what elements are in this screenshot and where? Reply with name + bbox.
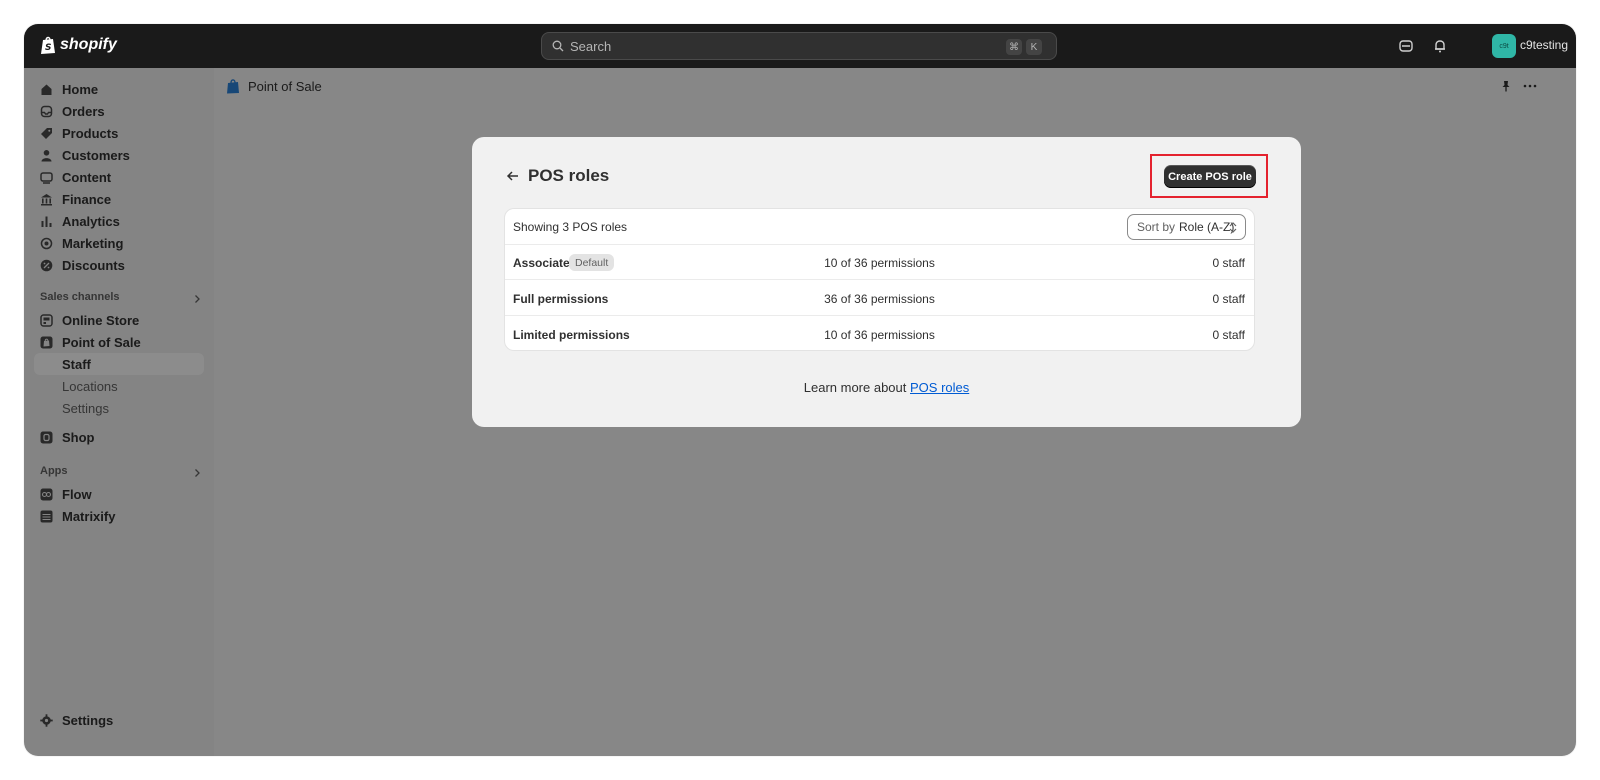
search-input[interactable]: Search ⌘ K (541, 32, 1057, 60)
store-notifications-icon[interactable] (1398, 38, 1414, 54)
role-staff-count: 0 staff (1212, 256, 1245, 270)
sort-select[interactable]: Sort by Role (A-Z) (1127, 214, 1246, 240)
search-placeholder: Search (570, 38, 612, 54)
create-pos-role-button[interactable]: Create POS role (1164, 165, 1256, 188)
sort-value: Role (A-Z) (1179, 220, 1235, 234)
shopify-bag-icon: S (41, 36, 55, 54)
roles-table: Showing 3 POS roles Sort by Role (A-Z) A… (504, 208, 1255, 351)
table-header: Showing 3 POS roles Sort by Role (A-Z) (505, 209, 1254, 245)
table-row[interactable]: Limited permissions 10 of 36 permissions… (505, 317, 1254, 350)
back-arrow-icon[interactable] (506, 169, 520, 183)
search-icon (552, 40, 564, 52)
sort-prefix: Sort by (1137, 220, 1176, 234)
role-permissions: 36 of 36 permissions (824, 292, 935, 306)
avatar[interactable]: c9t (1492, 34, 1516, 58)
learn-more-prefix: Learn more about (803, 380, 907, 395)
role-staff-count: 0 staff (1212, 292, 1245, 306)
shopify-logo[interactable]: S shopify (40, 35, 117, 55)
learn-more-text: Learn more about POS roles (472, 380, 1301, 395)
select-arrows-icon (1229, 222, 1237, 233)
pos-roles-modal: POS roles Create POS role Showing 3 POS … (472, 137, 1301, 427)
role-staff-count: 0 staff (1212, 328, 1245, 342)
brand-name: shopify (60, 36, 117, 53)
table-row[interactable]: Associate Default 10 of 36 permissions 0… (505, 245, 1254, 280)
app-window: S shopify Search ⌘ K c9t c9testing Home … (24, 24, 1576, 756)
modal-backdrop[interactable]: POS roles Create POS role Showing 3 POS … (24, 68, 1576, 756)
roles-count: Showing 3 POS roles (513, 220, 628, 234)
page-title: POS roles (528, 166, 610, 185)
role-permissions: 10 of 36 permissions (824, 256, 935, 270)
store-name[interactable]: c9testing (1520, 38, 1568, 52)
pos-roles-link[interactable]: POS roles (910, 380, 969, 395)
top-bar: S shopify Search ⌘ K c9t c9testing (24, 24, 1576, 68)
command-key: ⌘ (1006, 39, 1022, 55)
table-row[interactable]: Full permissions 36 of 36 permissions 0 … (505, 281, 1254, 316)
role-permissions: 10 of 36 permissions (824, 328, 935, 342)
k-key: K (1026, 39, 1042, 55)
bell-icon[interactable] (1432, 38, 1448, 54)
svg-text:S: S (45, 43, 51, 53)
